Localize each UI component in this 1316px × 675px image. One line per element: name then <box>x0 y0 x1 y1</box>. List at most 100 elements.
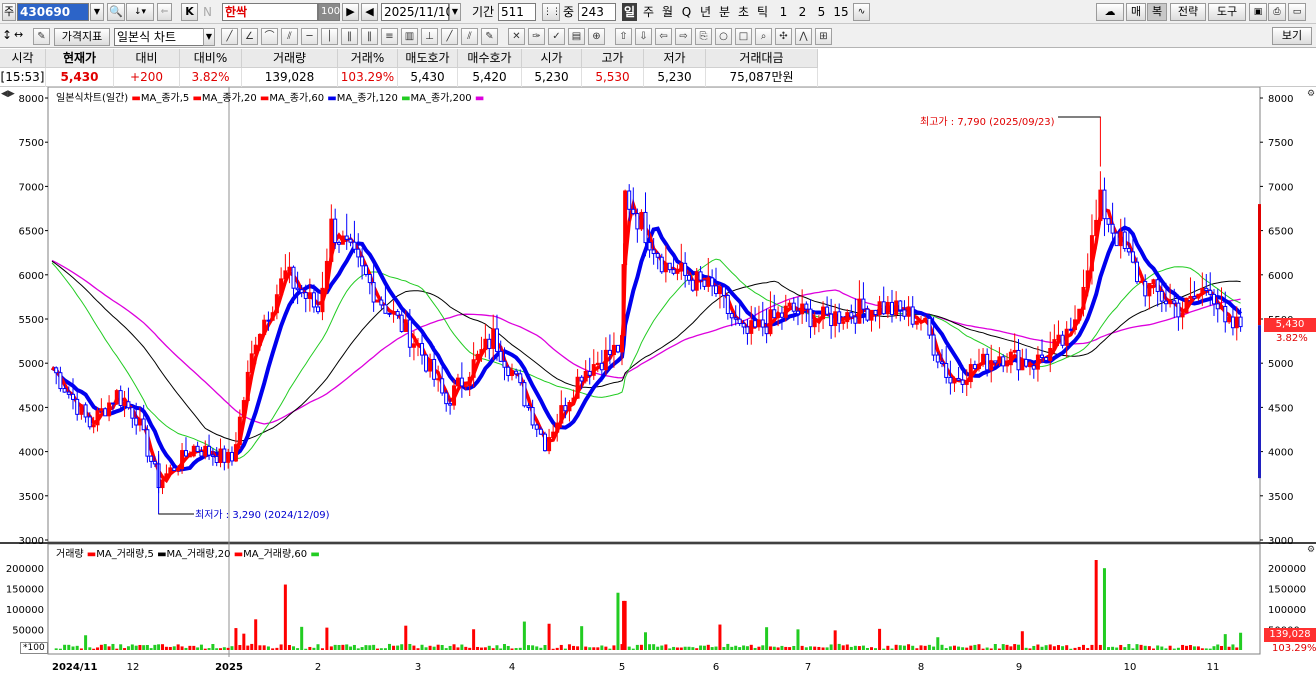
date-dropdown-icon[interactable]: ▼ <box>449 3 461 21</box>
sort-icon[interactable]: ↓▾ <box>126 3 154 21</box>
volume-bar <box>874 648 878 650</box>
circle-tool-icon[interactable]: ○ <box>715 28 732 45</box>
volume-bar <box>58 648 62 650</box>
candle-body <box>1227 316 1232 323</box>
period-1[interactable]: 1 <box>776 3 791 21</box>
candle-body <box>191 445 196 457</box>
volume-bar <box>973 644 977 650</box>
volume-bar <box>792 645 796 650</box>
fan-tool-icon[interactable]: ⫽ <box>281 28 298 45</box>
candle-body <box>424 354 429 372</box>
cloud-icon[interactable]: ☁ <box>1096 3 1124 21</box>
fibo-tool-icon[interactable]: ≡ <box>381 28 398 45</box>
price-chart[interactable]: 3000 3000 3500 3500 4000 4000 4500 4500 5000 5000… <box>0 87 1316 675</box>
vertical-line-tool-icon[interactable]: │ <box>321 28 338 45</box>
down-tool-icon[interactable]: ⇩ <box>635 28 652 45</box>
code-dropdown-button[interactable]: ▼ <box>90 3 104 21</box>
grid-icon[interactable]: ⋮⋮ <box>542 3 561 21</box>
horizontal-line-tool-icon[interactable]: ─ <box>301 28 318 45</box>
check-tool-icon[interactable]: ✓ <box>548 28 565 45</box>
period-minute[interactable]: 분 <box>717 3 732 21</box>
window-icon[interactable]: ▭ <box>1288 3 1306 21</box>
period-second[interactable]: 초 <box>736 3 751 21</box>
period-week[interactable]: 주 <box>641 3 656 21</box>
chart-type-dropdown-icon[interactable]: ▼ <box>203 28 215 46</box>
period-day[interactable]: 일 <box>622 3 637 21</box>
line-tool-icon[interactable]: ╱ <box>221 28 238 45</box>
wave-icon[interactable]: ∿ <box>853 3 870 21</box>
edit-icon[interactable]: ✎ <box>33 28 50 45</box>
price-tick-label: 4000 <box>19 448 44 459</box>
value-change: +200 <box>114 68 180 87</box>
bok-button[interactable]: 복 <box>1147 3 1167 21</box>
grid-tool-icon[interactable]: ⊞ <box>815 28 832 45</box>
play-forward-icon[interactable]: ▶ <box>342 3 359 21</box>
zoom-tool-icon[interactable]: ⌕ <box>755 28 772 45</box>
view-button[interactable]: 보기 <box>1272 27 1312 45</box>
date-input[interactable]: 2025/11/10 <box>381 3 453 21</box>
settings-icon[interactable]: ⚙ <box>1307 89 1315 99</box>
volume-bar <box>352 644 356 650</box>
zoom-field[interactable]: 100 <box>318 3 340 21</box>
period-quarter[interactable]: Q <box>679 3 694 21</box>
volume-bar <box>234 628 238 650</box>
k-button[interactable]: K <box>181 3 198 21</box>
indicator-button[interactable]: 가격지표 <box>54 28 110 46</box>
target-tool-icon[interactable]: ⊕ <box>588 28 605 45</box>
volume-bar <box>188 645 192 650</box>
period-tick[interactable]: 틱 <box>755 3 770 21</box>
magic-tool-icon[interactable]: ✣ <box>775 28 792 45</box>
arrow-updown-icon[interactable]: ↕ <box>2 28 12 42</box>
chart-type-select[interactable]: 일본식 차트 <box>114 28 204 46</box>
cross-tool-icon[interactable]: ⊥ <box>421 28 438 45</box>
copy-tool-icon[interactable]: ⎘ <box>695 28 712 45</box>
save-icon[interactable]: ▣ <box>1249 3 1267 21</box>
up-tool-icon[interactable]: ⇧ <box>615 28 632 45</box>
tools-button[interactable]: 도구 <box>1208 3 1246 21</box>
market-select-button[interactable]: 주 <box>2 3 16 21</box>
expand-icon[interactable]: ◀▶ <box>1 89 15 99</box>
period-input[interactable]: 511 <box>498 3 536 21</box>
candle-body <box>1196 293 1201 299</box>
candle-body <box>1143 280 1148 297</box>
volume-bar <box>448 645 452 650</box>
channel-tool-icon[interactable]: ‖ <box>341 28 358 45</box>
eraser-tool-icon[interactable]: ✕ <box>508 28 525 45</box>
period-month[interactable]: 월 <box>660 3 675 21</box>
period-5[interactable]: 5 <box>814 3 829 21</box>
arrow-leftright-icon[interactable]: ↔ <box>14 28 23 41</box>
stock-name-field[interactable]: 한싹 <box>222 3 318 21</box>
trend-tool-icon[interactable]: ╱ <box>441 28 458 45</box>
prev-icon[interactable]: ⇐ <box>157 3 172 21</box>
play-back-icon[interactable]: ◀ <box>361 3 378 21</box>
print-icon[interactable]: ⎙ <box>1268 3 1286 21</box>
mae-button[interactable]: 매 <box>1126 3 1146 21</box>
table-tool-icon[interactable]: ▤ <box>568 28 585 45</box>
candle-body <box>812 319 817 328</box>
volume-bar <box>142 645 146 650</box>
stock-code-input[interactable]: 430690 <box>17 3 89 21</box>
parallel-tool-icon[interactable]: ⫽ <box>461 28 478 45</box>
pencil-tool-icon[interactable]: ✎ <box>481 28 498 45</box>
wave-tool-icon[interactable]: ⋀ <box>795 28 812 45</box>
candle-body <box>603 349 608 371</box>
right-tool-icon[interactable]: ⇨ <box>675 28 692 45</box>
period-15[interactable]: 15 <box>832 3 850 21</box>
arc-tool-icon[interactable]: ⌒ <box>261 28 278 45</box>
search-icon[interactable]: 🔍 <box>107 3 125 21</box>
strategy-button[interactable]: 전략 <box>1170 3 1206 21</box>
left-tool-icon[interactable]: ⇦ <box>655 28 672 45</box>
period-year[interactable]: 년 <box>698 3 713 21</box>
angle-tool-icon[interactable]: ∠ <box>241 28 258 45</box>
channel-2-tool-icon[interactable]: ‖ <box>361 28 378 45</box>
candle-body <box>547 437 552 452</box>
brush-tool-icon[interactable]: ✑ <box>528 28 545 45</box>
settings-icon-volume[interactable]: ⚙ <box>1307 545 1315 555</box>
period-2[interactable]: 2 <box>795 3 810 21</box>
mid-input[interactable]: 243 <box>578 3 616 21</box>
rect-tool-icon[interactable]: □ <box>735 28 752 45</box>
candle-body <box>551 431 556 439</box>
box-tool-icon[interactable]: ▥ <box>401 28 418 45</box>
candle-body <box>1208 289 1213 295</box>
candle-body <box>399 314 404 332</box>
